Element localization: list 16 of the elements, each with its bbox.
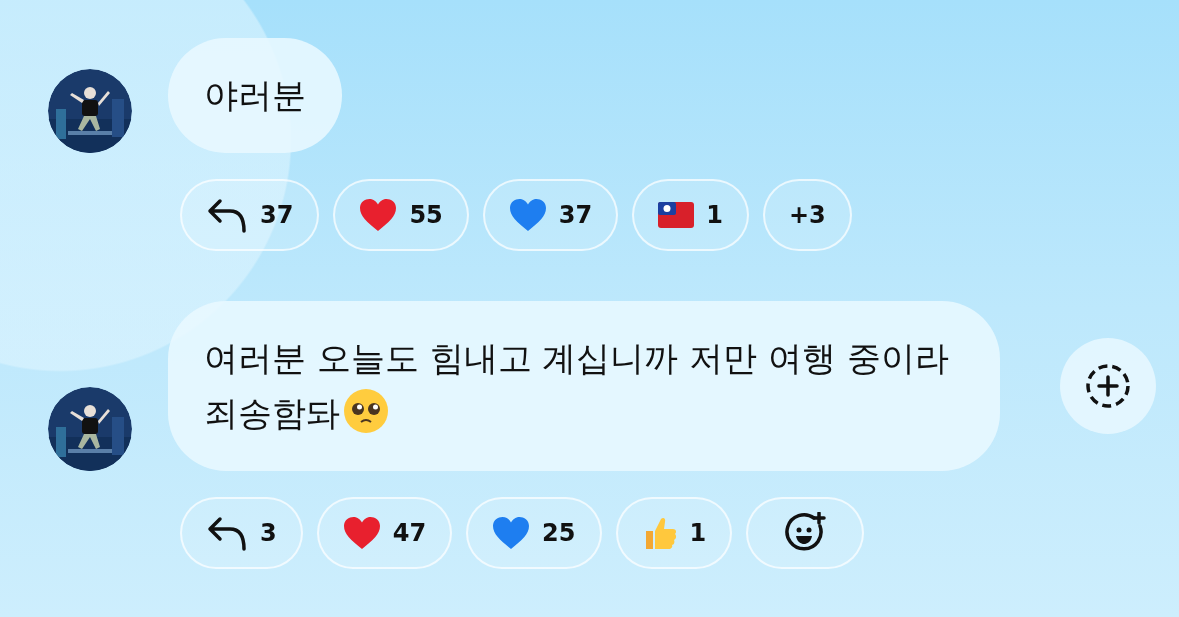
- reply-button[interactable]: 3: [180, 497, 303, 569]
- message-bubble: 여러분 오늘도 힘내고 계십니까 저만 여행 중이라 죄송함돠: [168, 301, 1000, 471]
- reaction-button[interactable]: 1: [615, 497, 733, 569]
- flag-icon: [658, 202, 695, 228]
- reply-icon: [206, 515, 248, 551]
- reaction-button[interactable]: 1: [632, 179, 749, 251]
- add-reaction-icon: [1084, 362, 1132, 410]
- pleading-face-icon: [342, 387, 390, 435]
- reaction-button[interactable]: 25: [466, 497, 602, 569]
- reaction-button[interactable]: 47: [316, 497, 453, 569]
- reply-icon: [206, 197, 248, 233]
- reaction-button[interactable]: 55: [333, 179, 469, 251]
- message-bubble: 야러분: [168, 38, 342, 153]
- more-reactions-button[interactable]: +3: [762, 179, 852, 251]
- reply-button[interactable]: 37: [180, 179, 320, 251]
- reaction-button[interactable]: 37: [482, 179, 619, 251]
